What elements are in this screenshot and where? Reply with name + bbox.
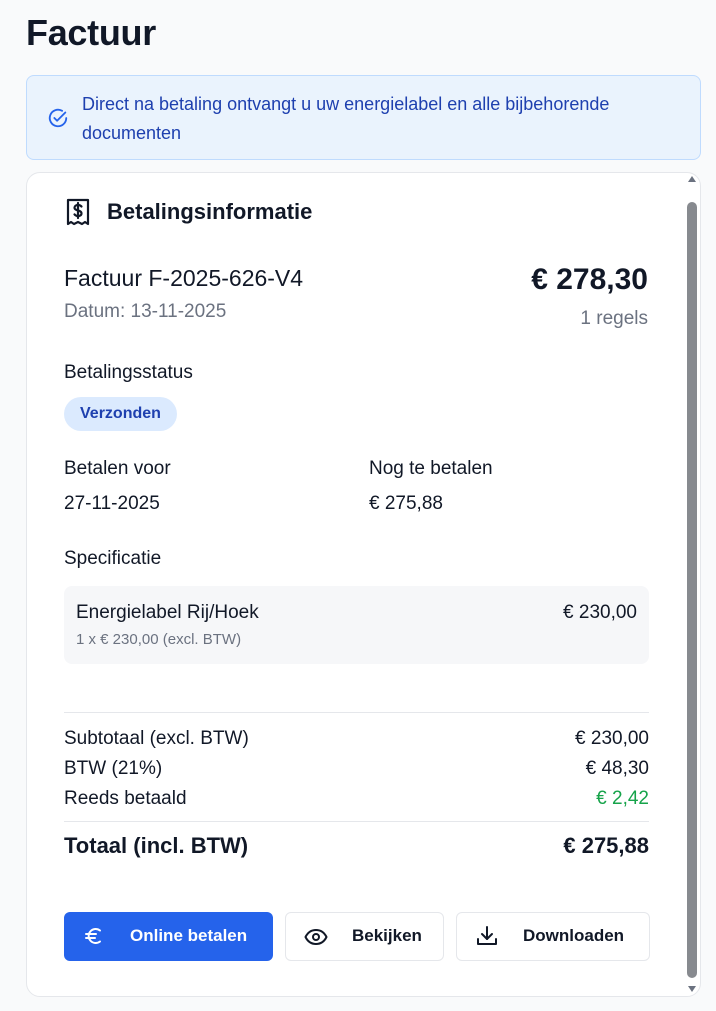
scroll-up-arrow[interactable] <box>688 176 696 182</box>
view-label: Bekijken <box>352 926 422 945</box>
vat-value: € 48,30 <box>585 758 649 779</box>
pay-before-label: Betalen voor <box>64 458 171 479</box>
online-pay-label: Online betalen <box>130 926 248 945</box>
subtotal-value: € 230,00 <box>575 728 649 749</box>
status-badge: Verzonden <box>64 397 177 431</box>
total-label: Totaal (incl. BTW) <box>64 833 249 858</box>
payment-status-label: Betalingsstatus <box>64 362 193 383</box>
download-button[interactable]: Downloaden <box>456 912 650 961</box>
receipt-dollar-icon <box>66 198 90 226</box>
paid-value: € 2,42 <box>596 788 649 809</box>
euro-icon <box>85 928 101 944</box>
page-title: Factuur <box>26 12 156 53</box>
spec-item-detail: 1 x € 230,00 (excl. BTW) <box>76 631 242 648</box>
subtotal-row: Subtotaal (excl. BTW) € 230,00 <box>64 728 649 754</box>
pay-before-value: 27-11-2025 <box>64 493 160 514</box>
vat-label: BTW (21%) <box>64 758 163 779</box>
check-circle-icon <box>48 108 68 128</box>
spec-item-name: Energielabel Rij/Hoek <box>76 602 259 623</box>
invoice-line-count: 1 regels <box>580 308 648 329</box>
card-title: Betalingsinformatie <box>107 199 313 224</box>
invoice-number: Factuur F-2025-626-V4 <box>64 265 304 291</box>
card-header: Betalingsinformatie <box>65 197 312 227</box>
vat-row: BTW (21%) € 48,30 <box>64 758 649 784</box>
subtotal-label: Subtotaal (excl. BTW) <box>64 728 249 749</box>
remaining-label: Nog te betalen <box>369 458 493 479</box>
eye-icon <box>304 929 328 945</box>
specification-item: Energielabel Rij/Hoek 1 x € 230,00 (excl… <box>64 586 649 664</box>
remaining-value: € 275,88 <box>369 493 443 514</box>
download-icon <box>477 926 497 945</box>
spec-item-price: € 230,00 <box>563 602 637 623</box>
summary-divider-top <box>64 712 649 713</box>
view-button[interactable]: Bekijken <box>285 912 444 961</box>
info-banner-text: Direct na betaling ontvangt u uw energie… <box>82 94 610 143</box>
total-value: € 275,88 <box>563 833 649 858</box>
scrollbar-thumb[interactable] <box>687 202 697 978</box>
invoice-amount: € 278,30 <box>531 263 648 296</box>
scroll-down-arrow[interactable] <box>688 986 696 992</box>
paid-label: Reeds betaald <box>64 788 187 809</box>
invoice-date: Datum: 13-11-2025 <box>64 301 227 322</box>
paid-row: Reeds betaald € 2,42 <box>64 788 649 814</box>
specification-label: Specificatie <box>64 548 162 569</box>
download-label: Downloaden <box>523 926 625 945</box>
info-banner: Direct na betaling ontvangt u uw energie… <box>26 75 701 160</box>
payment-info-card: Betalingsinformatie Factuur F-2025-626-V… <box>26 172 701 997</box>
summary-divider-bottom <box>64 821 649 822</box>
online-pay-button[interactable]: Online betalen <box>64 912 273 961</box>
